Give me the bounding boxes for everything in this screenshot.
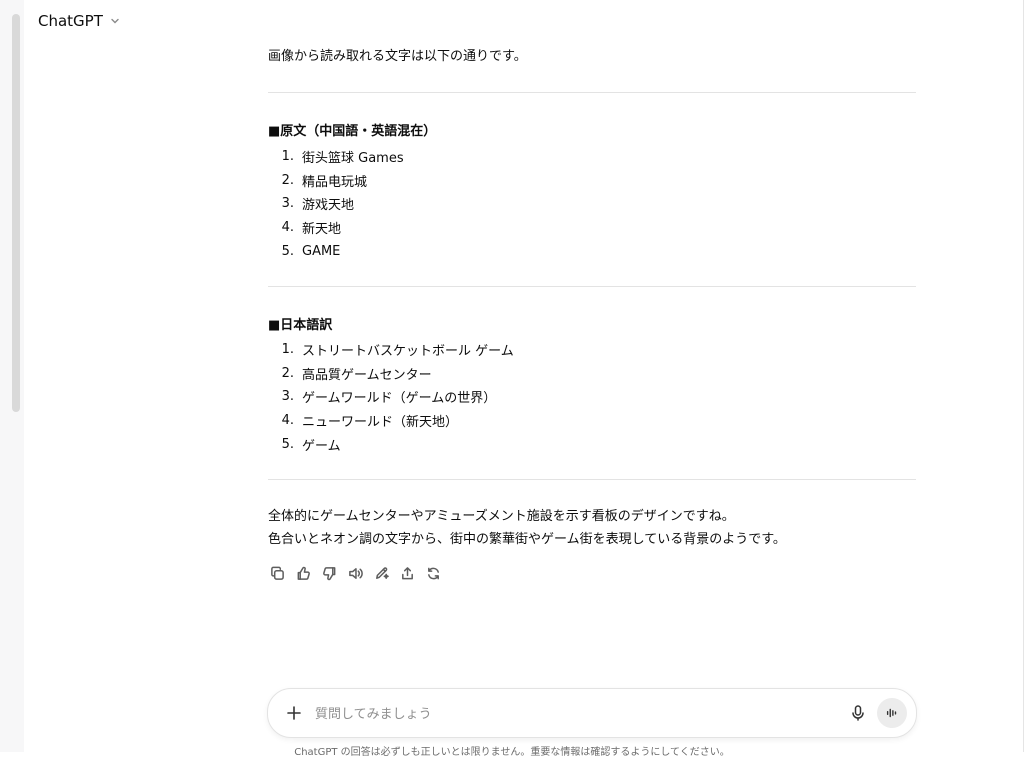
bad-response-button[interactable]: [320, 564, 338, 582]
message-input[interactable]: [313, 701, 837, 727]
list-item: 4. ニューワールド（新天地）: [281, 413, 459, 431]
share-icon: [401, 566, 413, 579]
thumbs-down-icon: [322, 566, 335, 580]
summary-line-2: 色合いとネオン調の文字から、街中の繁華街やゲーム街を表現している背景のようです。: [268, 532, 786, 547]
plus-icon[interactable]: [284, 703, 304, 723]
list-item: 2. 高品質ゲームセンター: [281, 365, 432, 383]
microphone-icon[interactable]: [848, 703, 868, 723]
list-item: 1. ストリートバスケットボール ゲーム: [281, 342, 514, 360]
original-list: 1. 街头篮球 Games 2. 精品电玩城 3. 游戏天地 4. 新天地 5. GAME: [268, 145, 404, 263]
list-item: 5. GAME: [281, 243, 341, 259]
divider: [268, 479, 916, 480]
intro-text: 画像から読み取れる文字は以下の通りです。: [268, 49, 527, 64]
regenerate-button[interactable]: [424, 564, 442, 582]
composer: [267, 688, 917, 738]
divider: [268, 92, 916, 93]
list-item: 3. 游戏天地: [281, 196, 355, 214]
message-actions: [268, 564, 442, 582]
section-heading-translation: ■日本語訳: [268, 318, 333, 333]
summary-line-1: 全体的にゲームセンターやアミューズメント施設を示す看板のデザインですね。: [268, 509, 735, 524]
model-picker[interactable]: ChatGPT: [38, 12, 121, 30]
list-item: 4. 新天地: [281, 220, 342, 238]
list-item: 3. ゲームワールド（ゲームの世界）: [281, 389, 497, 407]
section-heading-original: ■原文（中国語・英語混在）: [268, 124, 437, 139]
edit-icon: [375, 566, 389, 579]
chevron-down-icon: [111, 18, 119, 24]
scrollbar[interactable]: [12, 14, 20, 412]
read-aloud-button[interactable]: [346, 564, 364, 582]
copy-icon: [270, 566, 284, 580]
list-item: 1. 街头篮球 Games: [281, 149, 404, 167]
share-button[interactable]: [398, 564, 416, 582]
read-aloud-icon: [348, 567, 363, 579]
copy-button[interactable]: [268, 564, 286, 582]
translation-list: 1. ストリートバスケットボール ゲーム 2. 高品質ゲームセンター 3. ゲームワー…: [268, 338, 514, 456]
list-item: 2. 精品电玩城: [281, 172, 368, 190]
list-item: 5. ゲーム: [281, 436, 341, 454]
good-response-button[interactable]: [294, 564, 312, 582]
disclaimer: ChatGPT の回答は必ずしも正しいとは限りません。重要な情報は確認するように…: [294, 747, 730, 758]
divider: [268, 286, 916, 287]
edit-button[interactable]: [372, 564, 390, 582]
thumbs-up-icon: [297, 566, 310, 580]
waveform-icon: [886, 708, 897, 718]
model-name: ChatGPT: [38, 12, 103, 30]
regenerate-icon: [427, 567, 439, 579]
voice-mode-button[interactable]: [877, 698, 907, 728]
